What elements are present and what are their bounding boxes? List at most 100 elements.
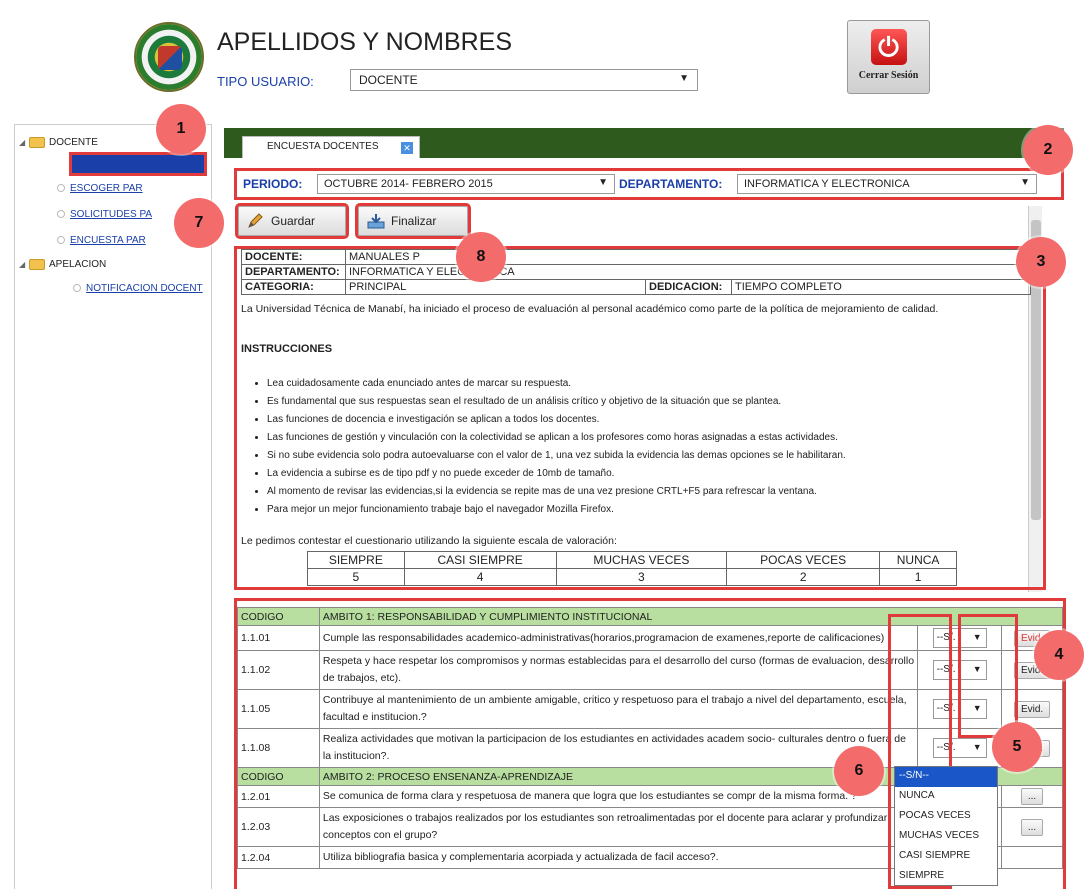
question-text: Cumple las responsabilidades academico-a… [318, 625, 919, 651]
scale-intro: Le pedimos contestar el cuestionario uti… [241, 535, 617, 547]
annotation-badge: 2 [1023, 125, 1073, 175]
instruction-item: Las funciones de docencia e investigació… [267, 411, 1037, 429]
chevron-down-icon: ▼ [972, 742, 982, 752]
instruction-item: La evidencia a subirse es de tipo pdf y … [267, 465, 1037, 483]
tree-item-encuesta-par[interactable]: ENCUESTA PAR [57, 235, 146, 246]
tipo-usuario-value: DOCENTE [359, 73, 418, 87]
leaf-icon [73, 284, 81, 293]
column-header: CODIGO [237, 767, 320, 786]
dropdown-option[interactable]: SIEMPRE [895, 867, 997, 887]
scale-value: 5 [307, 568, 405, 586]
chevron-down-icon: ▼ [598, 177, 608, 188]
tab-encuesta-docentes[interactable]: ENCUESTA DOCENTES ✕ [242, 136, 420, 158]
power-icon: ⏻ [870, 29, 907, 65]
university-logo [134, 22, 204, 92]
tipo-usuario-select[interactable]: DOCENTE ▼ [350, 69, 698, 91]
instructions-list: Lea cuidadosamente cada enunciado antes … [267, 375, 1037, 519]
download-icon [367, 214, 385, 229]
close-icon[interactable]: ✕ [401, 142, 413, 154]
tab-label: ENCUESTA DOCENTES [267, 141, 379, 152]
evidence-button[interactable]: Evid. [1013, 700, 1051, 718]
intro-text: La Universidad Técnica de Manabí, ha ini… [241, 303, 939, 315]
caret-down-icon: ◢ [19, 260, 26, 270]
user-name-title: APELLIDOS Y NOMBRES [217, 28, 513, 56]
dropdown-option[interactable]: POCAS VECES [895, 807, 997, 827]
tree-item-selected[interactable] [69, 152, 207, 176]
leaf-icon [57, 236, 65, 245]
instruction-item: Es fundamental que sus respuestas sean e… [267, 393, 1037, 411]
annotation-badge: 6 [834, 746, 884, 796]
annotation-badge: 4 [1034, 630, 1084, 680]
annotation-badge: 7 [174, 198, 224, 248]
instruction-item: Para mejor un mejor funcionamiento traba… [267, 501, 1037, 519]
question-text: Las exposiciones o trabajos realizados p… [318, 807, 919, 847]
info-value: INFORMATICA Y ELECTRONICA [345, 264, 1031, 280]
scale-value: 2 [726, 568, 881, 586]
tree-item-escoger-par[interactable]: ESCOGER PAR [57, 183, 143, 194]
info-key: DOCENTE: [241, 249, 346, 265]
info-value: MANUALES P [345, 249, 1031, 265]
logout-button[interactable]: ⏻ Cerrar Sesión [847, 20, 930, 94]
tipo-usuario-label: TIPO USUARIO: [217, 74, 314, 89]
tree-item-label: SOLICITUDES PA [70, 209, 153, 220]
dropdown-option[interactable]: NUNCA [895, 787, 997, 807]
question-code: 1.1.08 [237, 728, 320, 768]
leaf-icon [57, 184, 65, 193]
header: APELLIDOS Y NOMBRES TIPO USUARIO: DOCENT… [0, 0, 1086, 108]
tree-group-label: APELACION [49, 259, 107, 271]
scale-value: 4 [403, 568, 557, 586]
tree-item-label: NOTIFICACION DOCENT [86, 283, 203, 294]
rating-dropdown-list[interactable]: --S/N-- NUNCA POCAS VECES MUCHAS VECES C… [894, 766, 998, 886]
instructions-title: INSTRUCCIONES [241, 343, 333, 355]
main-panel: ENCUESTA DOCENTES ✕ PERIODO: OCTUBRE 201… [224, 128, 1066, 889]
evidence-button[interactable]: ... [1020, 818, 1044, 836]
scale-value: 3 [555, 568, 728, 586]
leaf-icon [57, 210, 65, 219]
folder-icon [29, 259, 45, 270]
tab-bar: ENCUESTA DOCENTES ✕ [224, 128, 1064, 158]
tree-group-apelacion[interactable]: ◢ APELACION [19, 259, 106, 270]
tree-item-notificacion-docente[interactable]: NOTIFICACION DOCENT [73, 283, 203, 294]
info-key: DEDICACION: [645, 279, 732, 295]
dropdown-option[interactable]: --S/N-- [895, 767, 997, 787]
question-text: Contribuye al mantenimiento de un ambien… [318, 689, 919, 729]
question-code: 1.2.03 [237, 807, 320, 847]
annotation-badge: 8 [456, 232, 506, 282]
scale-label: POCAS VECES [726, 551, 881, 569]
instruction-item: Lea cuidadosamente cada enunciado antes … [267, 375, 1037, 393]
info-key: DEPARTAMENTO: [241, 264, 346, 280]
instruction-item: Al momento de revisar las evidencias,si … [267, 483, 1037, 501]
rating-scale-table: SIEMPRE CASI SIEMPRE MUCHAS VECES POCAS … [307, 551, 957, 586]
tree-group-docente[interactable]: ◢ DOCENTE [19, 137, 98, 148]
departamento-label: DEPARTAMENTO: [619, 177, 723, 191]
periodo-select[interactable]: OCTUBRE 2014- FEBRERO 2015 ▼ [317, 174, 615, 194]
scale-label: CASI SIEMPRE [403, 551, 557, 569]
instruction-item: Si no sube evidencia solo podra autoeval… [267, 447, 1037, 465]
periodo-value: OCTUBRE 2014- FEBRERO 2015 [324, 178, 493, 190]
evidence-column-highlight [958, 614, 1018, 738]
survey-info-box: DOCENTE: MANUALES P DEPARTAMENTO: INFORM… [234, 246, 1046, 590]
filter-row: PERIODO: OCTUBRE 2014- FEBRERO 2015 ▼ DE… [234, 168, 1064, 200]
instruction-item: Las funciones de gestión y vinculación c… [267, 429, 1037, 447]
save-button[interactable]: Guardar [235, 203, 349, 239]
departamento-value: INFORMATICA Y ELECTRONICA [744, 178, 910, 190]
tree-item-solicitudes-par[interactable]: SOLICITUDES PA [57, 209, 152, 220]
scale-label: SIEMPRE [307, 551, 405, 569]
annotation-badge: 5 [992, 722, 1042, 772]
dropdown-option[interactable]: CASI SIEMPRE [895, 847, 997, 867]
question-text: Realiza actividades que motivan la parti… [318, 728, 919, 768]
chevron-down-icon: ▼ [1020, 177, 1030, 188]
question-text: Utiliza bibliografia basica y complement… [318, 846, 919, 869]
column-header: CODIGO [237, 607, 320, 626]
dropdown-option[interactable]: MUCHAS VECES [895, 827, 997, 847]
logo-shield-icon [158, 46, 182, 70]
question-text: Respeta y hace respetar los compromisos … [318, 650, 919, 690]
scale-value: 1 [879, 568, 957, 586]
departamento-select[interactable]: INFORMATICA Y ELECTRONICA ▼ [737, 174, 1037, 194]
question-code: 1.2.04 [237, 846, 320, 869]
question-code: 1.1.02 [237, 650, 320, 690]
finish-button[interactable]: Finalizar [355, 203, 471, 239]
evidence-button[interactable]: ... [1020, 788, 1044, 805]
caret-down-icon: ◢ [19, 138, 26, 148]
save-label: Guardar [271, 214, 316, 228]
